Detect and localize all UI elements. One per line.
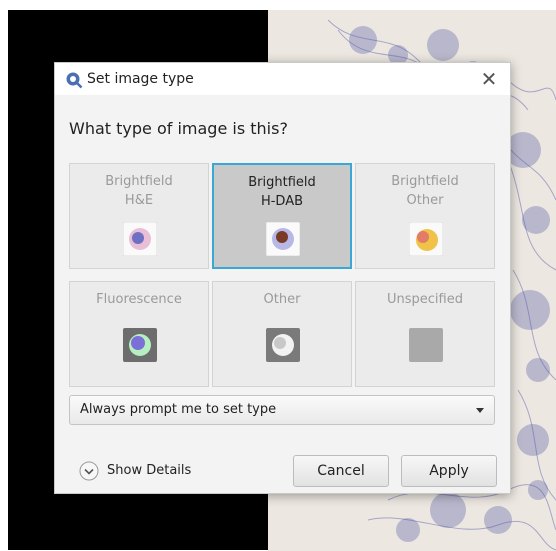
dialog-question: What type of image is this?: [69, 119, 288, 138]
show-details-label: Show Details: [107, 463, 192, 478]
type-option-other[interactable]: Other: [212, 281, 352, 387]
dialog-title: Set image type: [87, 71, 194, 87]
image-type-grid: Brightfield H&E Brightfield H-DAB Bright…: [69, 163, 497, 387]
qupath-logo-icon: [66, 72, 83, 89]
prompt-setting-select[interactable]: Always prompt me to set type: [69, 395, 495, 425]
hdab-stain-icon: [266, 222, 300, 256]
dialog-titlebar[interactable]: Set image type ✕: [55, 63, 510, 95]
brightfield-other-icon: [409, 222, 443, 256]
type-option-brightfield-he[interactable]: Brightfield H&E: [69, 163, 209, 269]
chevron-down-circle-icon[interactable]: [79, 461, 99, 481]
type-option-label: Unspecified: [387, 292, 463, 307]
apply-button[interactable]: Apply: [401, 455, 497, 487]
type-option-label: Fluorescence: [96, 292, 182, 307]
other-type-icon: [266, 328, 300, 362]
type-option-brightfield-other[interactable]: Brightfield Other: [355, 163, 495, 269]
he-stain-icon: [123, 222, 157, 256]
type-option-label: Brightfield H&E: [105, 174, 173, 208]
type-option-label: Brightfield H-DAB: [248, 175, 316, 209]
dropdown-arrow-icon: [476, 408, 484, 413]
type-option-brightfield-hdab[interactable]: Brightfield H-DAB: [212, 163, 352, 269]
unspecified-icon: [409, 328, 443, 362]
type-option-fluorescence[interactable]: Fluorescence: [69, 281, 209, 387]
cancel-button[interactable]: Cancel: [293, 455, 389, 487]
fluorescence-icon: [123, 328, 157, 362]
type-option-label: Other: [263, 292, 301, 307]
type-option-label: Brightfield Other: [391, 174, 459, 208]
close-button[interactable]: ✕: [476, 67, 502, 91]
set-image-type-dialog: Set image type ✕ What type of image is t…: [54, 62, 511, 494]
prompt-setting-value: Always prompt me to set type: [80, 402, 277, 417]
type-option-unspecified[interactable]: Unspecified: [355, 281, 495, 387]
